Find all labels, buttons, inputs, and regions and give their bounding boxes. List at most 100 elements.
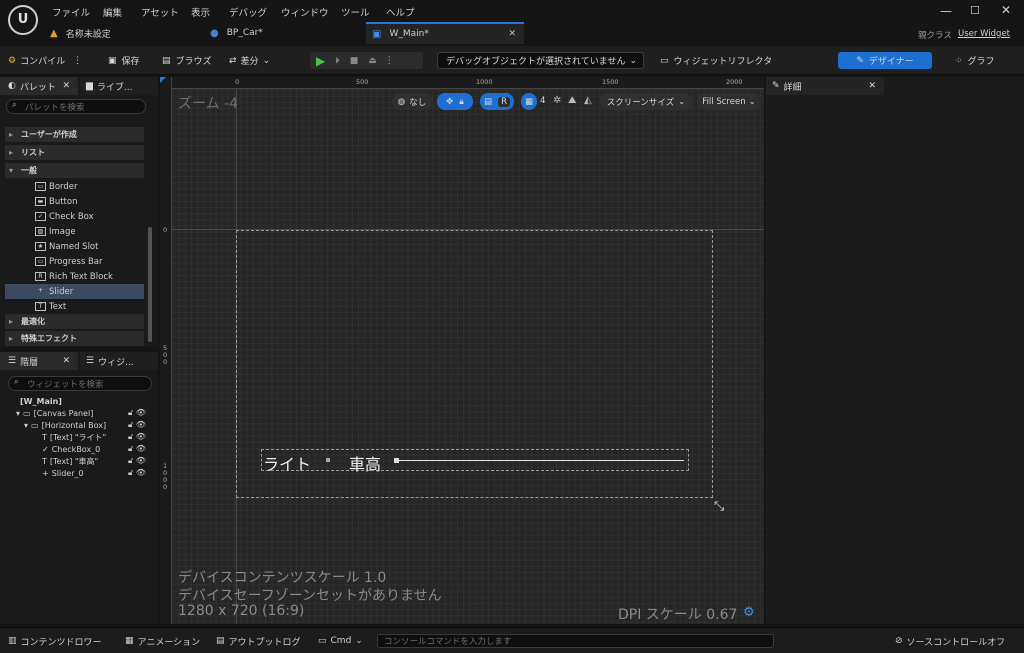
tab-bp-car[interactable]: ● BP_Car* <box>210 22 360 44</box>
category-user-created[interactable]: ユーザーが作成 <box>5 127 144 142</box>
tab-untitled[interactable]: ▲ 名称未設定 <box>50 22 200 44</box>
locale-button[interactable]: ◍ なし <box>392 93 432 110</box>
play-icon[interactable]: ▶ <box>316 54 325 68</box>
resize-handle-icon[interactable]: ⤡ <box>714 499 724 514</box>
lock-icon[interactable]: 🔓︎ 👁︎ <box>128 455 146 467</box>
browse-button[interactable]: ▤ ブラウズ <box>162 52 212 69</box>
maximize-icon[interactable]: ☐ <box>970 4 980 17</box>
lock-icon[interactable]: 🔓︎ 👁︎ <box>128 467 146 479</box>
gear-icon[interactable]: ✲ <box>553 95 561 106</box>
designer-viewport[interactable]: 0 500 1000 1500 2000 0 500 1000 ズーム -4 ◍… <box>160 77 764 624</box>
tree-row-checkbox[interactable]: ✓ CheckBox_0 <box>42 443 100 455</box>
triangle-icon[interactable]: ◭ <box>584 95 592 106</box>
source-control-button[interactable]: ⊘ ソースコントロールオフ <box>895 634 1005 648</box>
eye-icon[interactable]: 👁︎ <box>136 420 146 429</box>
screen-size-dropdown[interactable]: スクリーンサイズ ⌄ <box>600 93 692 110</box>
eye-icon[interactable]: 👁︎ <box>136 408 146 417</box>
more-icon[interactable]: ⋮ <box>73 56 82 66</box>
save-button[interactable]: ▣ 保存 <box>108 52 140 69</box>
graph-button[interactable]: ⁘ グラフ <box>955 52 995 69</box>
palette-item-text[interactable]: T Text <box>5 299 144 314</box>
parent-class-link[interactable]: User Widget <box>958 29 1010 39</box>
menu-file[interactable]: ファイル <box>52 5 90 19</box>
compile-button[interactable]: ⚙ コンパイル ⋮ <box>8 52 82 69</box>
category-common[interactable]: 一般 <box>5 163 144 178</box>
close-icon[interactable]: ✕ <box>62 356 70 366</box>
category-special-effects[interactable]: 特殊エフェクト <box>5 331 144 346</box>
widget-text-light[interactable]: ライト <box>263 451 311 475</box>
designer-button[interactable]: ✎ デザイナー <box>838 52 932 69</box>
grid-snap-toggle[interactable]: ▦ <box>521 93 537 110</box>
console-input[interactable]: コンソールコマンドを入力します <box>377 634 774 648</box>
slider-widget[interactable] <box>396 460 684 461</box>
diff-button[interactable]: ⇄ 差分 ⌄ <box>229 52 270 69</box>
menu-asset[interactable]: アセット <box>141 5 179 19</box>
widget-search-input[interactable]: ⌕ ウィジェットを検索 <box>8 376 152 391</box>
category-list[interactable]: リスト <box>5 145 144 160</box>
animation-button[interactable]: ▦ アニメーション <box>125 634 200 648</box>
content-drawer-button[interactable]: ▥ コンテンツドロワー <box>8 634 102 648</box>
palette-item-slider[interactable]: + Slider <box>5 284 144 299</box>
tab-w-main[interactable]: ▣ W_Main* ✕ <box>366 22 524 44</box>
palette-item-image[interactable]: ▨ Image <box>5 224 144 239</box>
status-bar: ▥ コンテンツドロワー ▦ アニメーション ▤ アウトプットログ ▭ Cmd ⌄ コンソー… <box>0 627 1024 653</box>
palette-item-button[interactable]: ▬ Button <box>5 194 144 209</box>
grid-snap-value[interactable]: 4 <box>540 96 545 106</box>
tree-row-horizontal-box[interactable]: ▾ ▭ [Horizontal Box] <box>24 419 106 431</box>
palette-item-named-slot[interactable]: ★ Named Slot <box>5 239 144 254</box>
close-icon[interactable]: ✕ <box>868 81 876 91</box>
minimize-icon[interactable]: — <box>940 4 952 18</box>
palette-item-border[interactable]: ▭ Border <box>5 179 144 194</box>
menu-edit[interactable]: 編集 <box>103 5 122 19</box>
tab-widget[interactable]: ☰ ウィジ... <box>80 352 158 370</box>
menu-window[interactable]: ウィンドウ <box>281 5 329 19</box>
debug-object-select[interactable]: デバッグオブジェクトが選択されていません ⌄ <box>437 52 644 69</box>
transform-mode-toggle[interactable]: ✥ 🔒︎ <box>437 93 473 110</box>
cmd-dropdown[interactable]: ▭ Cmd ⌄ <box>318 634 363 648</box>
widget-reflector-button[interactable]: ▭ ウィジェットリフレクタ <box>660 52 772 69</box>
tree-row-text-light[interactable]: T [Text] "ライト" <box>42 431 106 443</box>
menu-debug[interactable]: デバッグ <box>229 5 267 19</box>
eye-icon[interactable]: 👁︎ <box>136 468 146 477</box>
close-window-icon[interactable]: ✕ <box>1001 3 1011 17</box>
lock-icon[interactable]: 🔓︎ 👁︎ <box>128 407 146 419</box>
lock-icon[interactable]: 🔓︎ 👁︎ <box>128 431 146 443</box>
close-icon[interactable]: ✕ <box>508 29 516 39</box>
tree-row-slider[interactable]: + Slider_0 <box>42 467 84 479</box>
palette-search-input[interactable]: ⌕ パレットを検索 <box>6 99 146 114</box>
step-icon[interactable]: ⏵ <box>335 56 340 66</box>
lock-icon[interactable]: 🔓︎ 👁︎ <box>128 443 146 455</box>
dpi-settings-gear-icon[interactable]: ⚙ <box>743 605 755 620</box>
unreal-logo-icon[interactable]: U <box>8 5 38 35</box>
tree-row-w-main[interactable]: [W_Main] <box>20 395 62 407</box>
palette-item-progress-bar[interactable]: ▭ Progress Bar <box>5 254 144 269</box>
palette-scrollbar[interactable] <box>148 227 152 342</box>
image-icon[interactable]: ⛰ <box>568 95 576 106</box>
menu-tools[interactable]: ツール <box>341 5 370 19</box>
more-icon[interactable]: ⋮ <box>385 56 394 66</box>
lock-icon[interactable]: 🔓︎ 👁︎ <box>128 419 146 431</box>
checkbox-widget[interactable] <box>326 458 330 462</box>
tree-row-text-height[interactable]: T [Text] "車高" <box>42 455 98 467</box>
tab-details[interactable]: ✎ 詳細 ✕ <box>766 77 884 95</box>
fill-screen-dropdown[interactable]: Fill Screen ⌄ <box>697 93 761 110</box>
close-icon[interactable]: ✕ <box>62 81 70 91</box>
menu-help[interactable]: ヘルプ <box>386 5 415 19</box>
eye-icon[interactable]: 👁︎ <box>136 456 146 465</box>
tab-palette[interactable]: ◐ パレット ✕ <box>0 77 78 95</box>
palette-item-check-box[interactable]: ✓ Check Box <box>5 209 144 224</box>
eject-icon[interactable]: ⏏ <box>368 56 377 66</box>
tab-library[interactable]: ▆ ライブ... <box>80 77 158 95</box>
eye-icon[interactable]: 👁︎ <box>136 432 146 441</box>
widget-text-height[interactable]: 車高 <box>349 451 381 475</box>
slider-thumb[interactable] <box>394 458 399 463</box>
stop-icon[interactable]: ■ <box>350 56 359 66</box>
menu-view[interactable]: 表示 <box>191 5 210 19</box>
tab-hierarchy[interactable]: ☰ 階層 ✕ <box>0 352 78 370</box>
output-log-button[interactable]: ▤ アウトプットログ <box>216 634 301 648</box>
respect-locks-toggle[interactable]: ▤ R <box>480 93 514 110</box>
palette-item-rich-text-block[interactable]: R Rich Text Block <box>5 269 144 284</box>
category-optimization[interactable]: 最適化 <box>5 314 144 329</box>
eye-icon[interactable]: 👁︎ <box>136 444 146 453</box>
tree-row-canvas-panel[interactable]: ▾ ▭ [Canvas Panel] <box>16 407 93 419</box>
